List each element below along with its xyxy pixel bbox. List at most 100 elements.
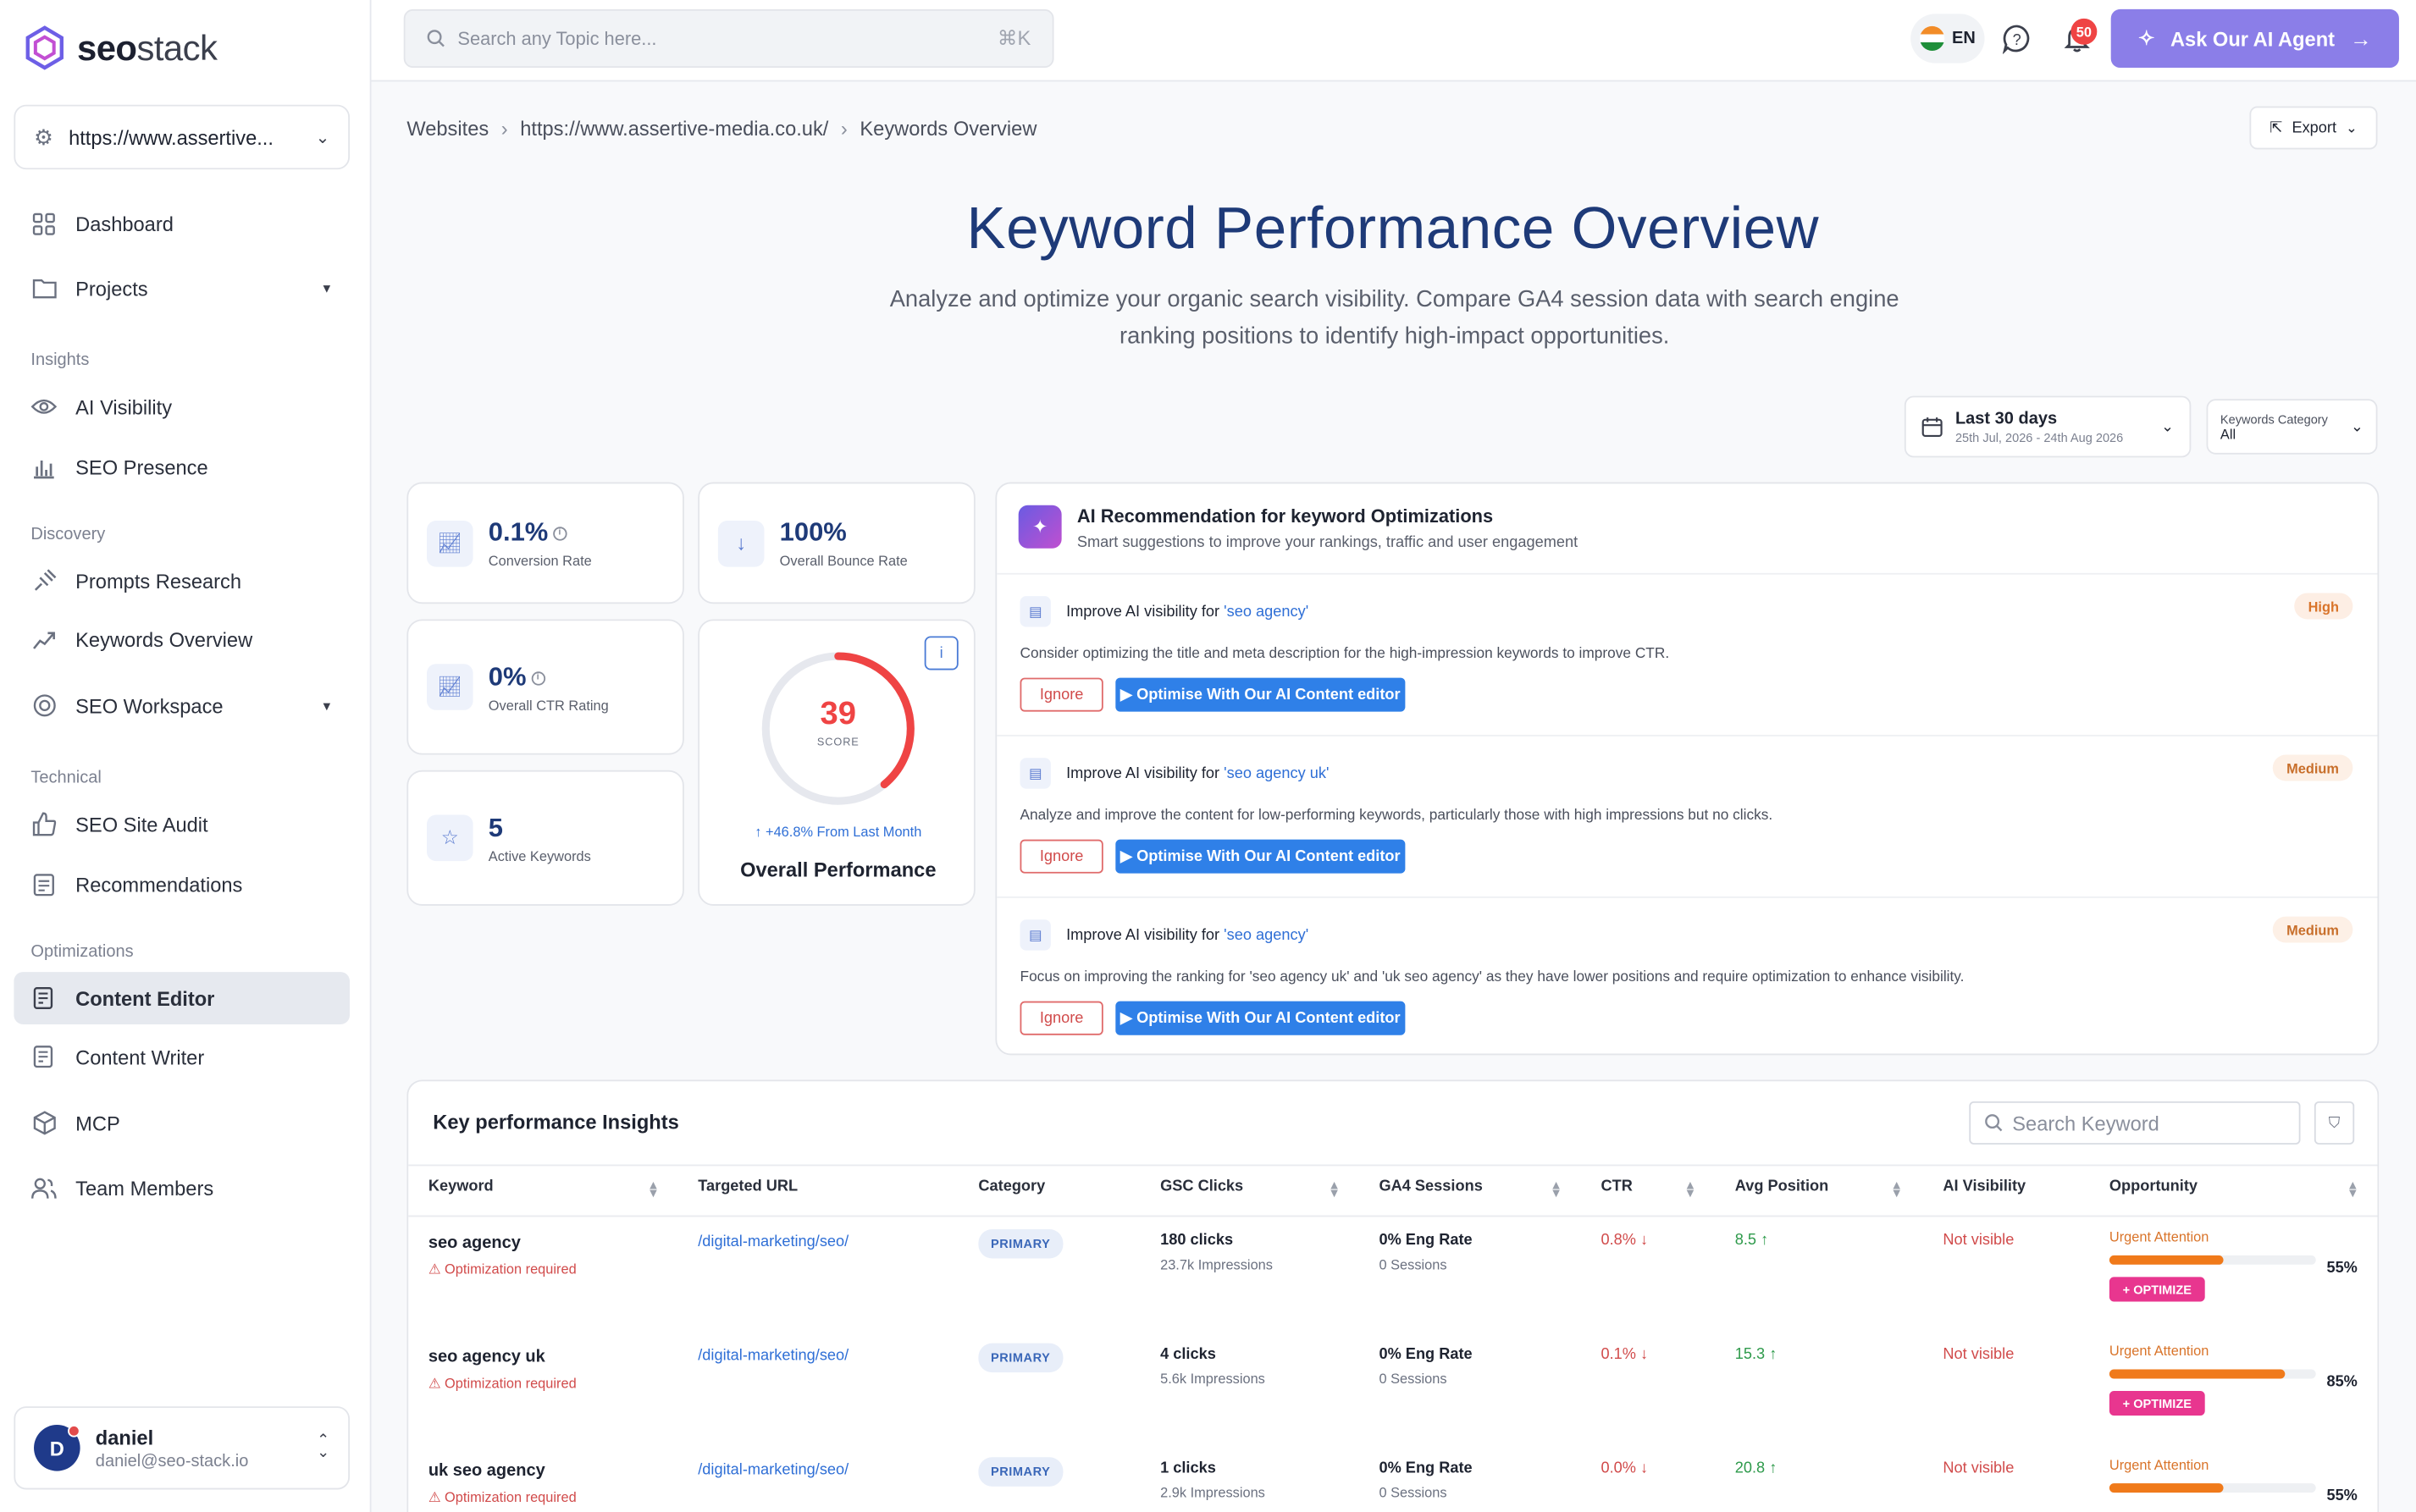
info-icon[interactable]: i <box>530 670 545 685</box>
column-header-opportunity[interactable]: Opportunity <box>2109 1178 2198 1195</box>
rec-text: Improve AI visibility for 'seo agency' <box>1066 603 1309 621</box>
ga4-sessions-cell: 0% Eng Rate 0 Sessions <box>1379 1460 1473 1501</box>
chevron-down-icon: ⌄ <box>315 128 330 147</box>
breadcrumb: Websites › https://www.assertive-media.c… <box>406 117 1037 140</box>
document-icon: ▤ <box>1020 919 1051 951</box>
nav-label: AI Visibility <box>75 395 173 418</box>
optimise-button[interactable]: ▶ Optimise With Our AI Content editor <box>1115 1001 1406 1035</box>
nav-seo-workspace[interactable]: SEO Workspace ▼ <box>14 679 350 731</box>
ask-ai-agent-button[interactable]: ✧ Ask Our AI Agent → <box>2110 8 2399 69</box>
nav-dashboard[interactable]: Dashboard <box>14 197 350 250</box>
keywords-category-select[interactable]: Keywords Category All ⌄ <box>2206 399 2378 455</box>
sort-icon[interactable]: ▲ ▼ <box>2347 1179 2358 1200</box>
category-badge: PRIMARY <box>978 1343 1063 1373</box>
gear-icon: ⚙ <box>34 124 53 149</box>
nav-content-writer[interactable]: Content Writer <box>14 1030 350 1083</box>
nav-prompts-research[interactable]: Prompts Research <box>14 555 350 607</box>
stat-card-conversion: 📈︎ 0.1% i Conversion Rate <box>406 482 684 604</box>
sort-icon[interactable]: ▲ ▼ <box>1550 1179 1562 1200</box>
breadcrumb-current: Keywords Overview <box>860 117 1037 141</box>
ai-rec-subtitle: Smart suggestions to improve your rankin… <box>1076 534 1578 552</box>
rec-description: Consider optimizing the title and meta d… <box>1020 645 1670 663</box>
chevron-down-icon: ⌄ <box>2161 417 2175 436</box>
section-insights: Insights <box>30 350 90 370</box>
opportunity-cell: Urgent Attention + OPTIMIZE <box>2109 1344 2316 1416</box>
language-switcher[interactable]: EN <box>1910 14 1985 63</box>
ga4-sessions-cell: 0% Eng Rate 0 Sessions <box>1379 1346 1473 1387</box>
sort-icon[interactable]: ▲ ▼ <box>1328 1179 1340 1200</box>
arrow-up-icon: ↑ <box>1761 1232 1769 1250</box>
targeted-url-link[interactable]: /digital-marketing/seo/ <box>698 1462 849 1479</box>
overall-performance-card: i 39 SCORE ↑ +46.8% From Last Month Over… <box>698 619 976 906</box>
website-select[interactable]: ⚙ https://www.assertive... ⌄ <box>14 104 351 170</box>
nav-label: Content Writer <box>75 1045 205 1068</box>
column-header-ctr[interactable]: CTR <box>1601 1178 1632 1195</box>
cube-icon <box>30 1110 57 1136</box>
section-optimizations: Optimizations <box>30 942 134 962</box>
ignore-button[interactable]: Ignore <box>1020 677 1103 712</box>
chart-line-icon: 📈︎ <box>427 520 473 566</box>
column-header-gsc-clicks[interactable]: GSC Clicks <box>1160 1178 1243 1195</box>
sort-icon[interactable]: ▲ ▼ <box>1891 1179 1903 1200</box>
ignore-button[interactable]: Ignore <box>1020 839 1103 874</box>
targeted-url-link[interactable]: /digital-marketing/seo/ <box>698 1348 849 1365</box>
notification-badge: 50 <box>2070 18 2098 45</box>
breadcrumb-separator-icon: › <box>500 117 508 141</box>
optimization-warning: ⚠ Optimization required <box>428 1261 577 1277</box>
nav-projects[interactable]: Projects ▼ <box>14 262 350 314</box>
info-icon[interactable]: i <box>924 636 959 670</box>
search-shortcut: ⌘K <box>997 25 1031 50</box>
arrow-up-icon: ↑ <box>1769 1460 1777 1477</box>
breadcrumb-separator-icon: › <box>840 117 848 141</box>
breadcrumb-websites[interactable]: Websites <box>406 117 489 140</box>
nav-mcp[interactable]: MCP <box>14 1096 350 1149</box>
caret-down-icon: ▼ <box>320 281 334 295</box>
nav-ai-visibility[interactable]: AI Visibility <box>14 380 350 433</box>
targeted-url-link[interactable]: /digital-marketing/seo/ <box>698 1233 849 1250</box>
column-header-avg-position[interactable]: Avg Position <box>1735 1178 1829 1195</box>
avg-position-cell: 8.5 ↑ <box>1734 1232 1769 1250</box>
brand-logo[interactable]: seostack <box>25 25 218 71</box>
keyword-search-input[interactable]: Search Keyword <box>1969 1101 2301 1145</box>
sort-icon[interactable]: ▲ ▼ <box>1684 1179 1696 1200</box>
search-input[interactable]: Search any Topic here... ⌘K <box>403 8 1054 69</box>
document-icon: ▤ <box>1020 596 1051 627</box>
filter-icon[interactable]: ⛉ <box>2314 1101 2355 1145</box>
thumbs-up-icon <box>30 811 57 837</box>
export-button[interactable]: ⇱ Export ⌄ <box>2249 106 2378 150</box>
ai-rec-title: AI Recommendation for keyword Optimizati… <box>1076 505 1494 527</box>
chat-help-icon[interactable]: ? <box>2002 23 2032 54</box>
user-menu[interactable]: D daniel daniel@seo-stack.io ⌃ ⌄ <box>14 1406 351 1490</box>
column-header-ai-visibility: AI Visibility <box>1943 1178 2026 1195</box>
optimise-button[interactable]: ▶ Optimise With Our AI Content editor <box>1115 677 1406 712</box>
gsc-clicks-cell: 4 clicks 5.6k Impressions <box>1160 1346 1265 1387</box>
nav-content-editor[interactable]: Content Editor <box>14 972 351 1024</box>
recommendation-item: ▤ Improve AI visibility for 'seo agency u… <box>997 734 2378 897</box>
optimize-button[interactable]: + OPTIMIZE <box>2109 1277 2205 1302</box>
optimise-button[interactable]: ▶ Optimise With Our AI Content editor <box>1115 839 1406 874</box>
column-header-ga4-sessions[interactable]: GA4 Sessions <box>1379 1178 1482 1195</box>
nav-label: Team Members <box>75 1176 214 1200</box>
nav-label: SEO Presence <box>75 455 208 478</box>
sort-icon[interactable]: ▲ ▼ <box>647 1179 659 1200</box>
section-technical: Technical <box>30 768 102 787</box>
bar-chart-icon <box>30 454 57 480</box>
ignore-button[interactable]: Ignore <box>1020 1001 1103 1035</box>
grid-icon <box>30 210 57 236</box>
nav-seo-presence[interactable]: SEO Presence <box>14 440 350 493</box>
nav-seo-site-audit[interactable]: SEO Site Audit <box>14 798 350 851</box>
category-select-value: All <box>2220 426 2236 442</box>
optimize-button[interactable]: + OPTIMIZE <box>2109 1391 2205 1416</box>
breadcrumb-site[interactable]: https://www.assertive-media.co.uk/ <box>520 117 828 140</box>
info-icon[interactable]: i <box>552 527 567 541</box>
user-name: daniel <box>95 1425 154 1449</box>
column-header-keyword[interactable]: Keyword <box>428 1178 494 1195</box>
nav-team-members[interactable]: Team Members <box>14 1162 350 1214</box>
arrow-right-icon: → <box>2350 25 2372 52</box>
date-range-picker[interactable]: Last 30 days 25th Jul, 2026 - 24th Aug 2… <box>1904 395 2192 458</box>
topbar: Search any Topic here... ⌘K EN ? 50 ✧ As… <box>371 0 2416 82</box>
nav-recommendations[interactable]: Recommendations <box>14 858 350 910</box>
nav-keywords-overview[interactable]: Keywords Overview <box>14 613 350 665</box>
category-select-label: Keywords Category <box>2220 411 2328 427</box>
score-value: 39 <box>820 696 857 732</box>
